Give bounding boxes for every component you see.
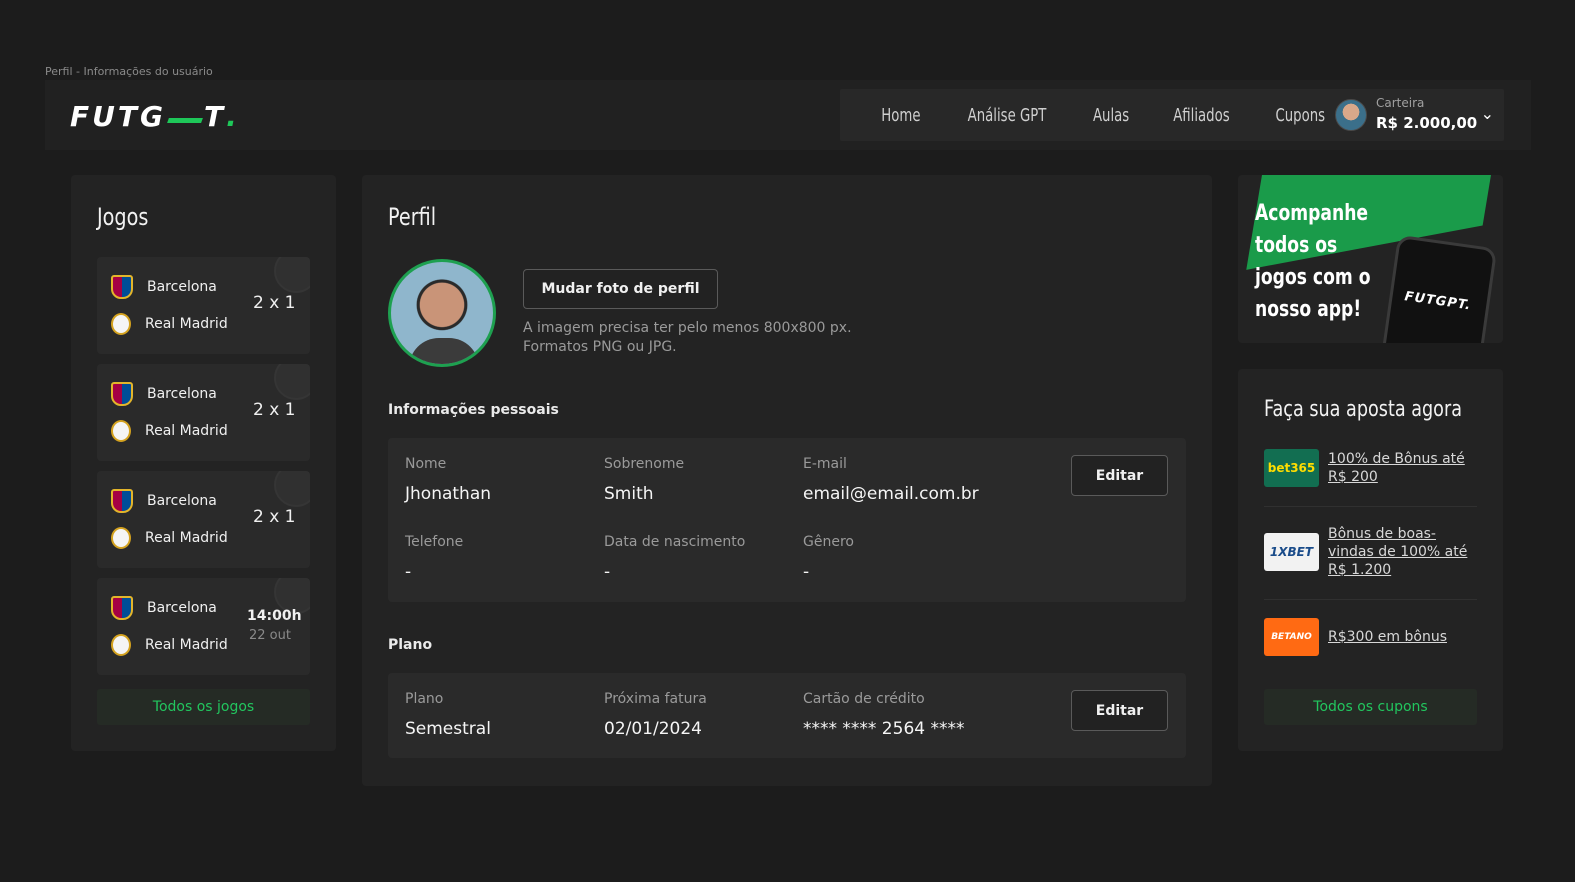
divider bbox=[1264, 506, 1477, 507]
divider bbox=[1264, 599, 1477, 600]
field-genero: Gênero - bbox=[803, 534, 854, 582]
real-madrid-crest-icon bbox=[111, 527, 131, 549]
bet-offer-link[interactable]: R$300 em bônus bbox=[1328, 628, 1447, 646]
futgpt-logo[interactable]: FUTG T. bbox=[70, 100, 240, 133]
game-date: 22 out bbox=[249, 628, 291, 643]
away-team: Real Madrid bbox=[111, 313, 228, 335]
betano-logo: BETANO bbox=[1264, 618, 1319, 656]
page-caption: Perfil - Informações do usuário bbox=[45, 65, 213, 78]
soccer-ball-icon bbox=[274, 471, 310, 507]
real-madrid-crest-icon bbox=[111, 634, 131, 656]
bet-offer[interactable]: BETANO R$300 em bônus bbox=[1264, 618, 1477, 656]
games-card: Jogos Barcelona Real Madrid 2 x 1 Barcel… bbox=[71, 175, 336, 751]
field-plano: Plano Semestral bbox=[405, 691, 491, 739]
user-avatar bbox=[1335, 99, 1367, 131]
profile-card: Perfil Mudar foto de perfil A imagem pre… bbox=[362, 175, 1212, 786]
home-team: Barcelona bbox=[111, 382, 217, 406]
profile-avatar bbox=[388, 259, 496, 367]
real-madrid-crest-icon bbox=[111, 313, 131, 335]
field-email: E-mail email@email.com.br bbox=[803, 456, 979, 504]
games-title: Jogos bbox=[97, 203, 149, 231]
nav-analise-gpt[interactable]: Análise GPT bbox=[954, 105, 1061, 126]
wallet-label: Carteira bbox=[1376, 96, 1425, 110]
main-nav: Home Análise GPT Aulas Afiliados Cupons bbox=[840, 89, 1368, 141]
game-card[interactable]: Barcelona Real Madrid 2 x 1 bbox=[97, 257, 310, 354]
barcelona-crest-icon bbox=[111, 596, 133, 620]
field-telefone: Telefone - bbox=[405, 534, 464, 582]
game-score: 2 x 1 bbox=[253, 400, 296, 420]
wallet-balance: R$ 2.000,00 bbox=[1376, 114, 1478, 132]
photo-hint: A imagem precisa ter pelo menos 800x800 … bbox=[523, 320, 852, 355]
1xbet-logo: 1XBET bbox=[1264, 533, 1319, 571]
game-card[interactable]: Barcelona Real Madrid 14:00h 22 out bbox=[97, 578, 310, 675]
game-card[interactable]: Barcelona Real Madrid 2 x 1 bbox=[97, 364, 310, 461]
home-team: Barcelona bbox=[111, 489, 217, 513]
all-coupons-button[interactable]: Todos os cupons bbox=[1264, 689, 1477, 725]
app-promo-banner[interactable]: Acompanhe todos os jogos com o nosso app… bbox=[1238, 175, 1503, 343]
top-bar: FUTG T. Home Análise GPT Aulas Afiliados … bbox=[45, 80, 1531, 150]
field-data-nascimento: Data de nascimento - bbox=[604, 534, 746, 582]
home-team: Barcelona bbox=[111, 596, 217, 620]
plan-panel: Plano Semestral Próxima fatura 02/01/2024 … bbox=[388, 673, 1186, 758]
bet-offer[interactable]: 1XBET Bônus de boas-vindas de 100% até R… bbox=[1264, 525, 1477, 579]
wallet-dropdown[interactable]: Carteira R$ 2.000,00 ⌄ bbox=[1326, 89, 1504, 141]
soccer-ball-icon bbox=[274, 364, 310, 400]
bets-title: Faça sua aposta agora bbox=[1264, 397, 1462, 422]
nav-aulas[interactable]: Aulas bbox=[1079, 105, 1143, 126]
nav-home[interactable]: Home bbox=[867, 105, 934, 126]
bet365-logo: bet365 bbox=[1264, 449, 1319, 487]
profile-title: Perfil bbox=[388, 203, 437, 231]
field-proxima-fatura: Próxima fatura 02/01/2024 bbox=[604, 691, 707, 739]
bet-offer[interactable]: bet365 100% de Bônus até R$ 200 bbox=[1264, 449, 1477, 487]
game-score: 2 x 1 bbox=[253, 293, 296, 313]
away-team: Real Madrid bbox=[111, 634, 228, 656]
chevron-down-icon[interactable]: ⌄ bbox=[1481, 104, 1494, 123]
plan-title: Plano bbox=[388, 637, 433, 653]
field-cartao: Cartão de crédito **** **** 2564 **** bbox=[803, 691, 965, 739]
personal-info-title: Informações pessoais bbox=[388, 402, 559, 418]
phone-mockup: FUTGPT. bbox=[1378, 234, 1498, 343]
barcelona-crest-icon bbox=[111, 382, 133, 406]
personal-info-panel: Nome Jhonathan Sobrenome Smith E-mail email… bbox=[388, 438, 1186, 602]
barcelona-crest-icon bbox=[111, 275, 133, 299]
nav-afiliados[interactable]: Afiliados bbox=[1159, 105, 1243, 126]
bet-offer-link[interactable]: Bônus de boas-vindas de 100% até R$ 1.20… bbox=[1328, 525, 1477, 579]
real-madrid-crest-icon bbox=[111, 420, 131, 442]
game-score: 2 x 1 bbox=[253, 507, 296, 527]
edit-plan-button[interactable]: Editar bbox=[1071, 690, 1168, 731]
all-games-button[interactable]: Todos os jogos bbox=[97, 689, 310, 725]
field-nome: Nome Jhonathan bbox=[405, 456, 492, 504]
soccer-ball-icon bbox=[274, 257, 310, 293]
promo-text: Acompanhe todos os jogos com o nosso app… bbox=[1255, 201, 1371, 322]
change-photo-button[interactable]: Mudar foto de perfil bbox=[523, 269, 718, 309]
away-team: Real Madrid bbox=[111, 527, 228, 549]
bets-card: Faça sua aposta agora bet365 100% de Bôn… bbox=[1238, 369, 1503, 751]
barcelona-crest-icon bbox=[111, 489, 133, 513]
home-team: Barcelona bbox=[111, 275, 217, 299]
away-team: Real Madrid bbox=[111, 420, 228, 442]
game-time: 14:00h bbox=[247, 608, 302, 624]
edit-personal-button[interactable]: Editar bbox=[1071, 455, 1168, 496]
game-card[interactable]: Barcelona Real Madrid 2 x 1 bbox=[97, 471, 310, 568]
field-sobrenome: Sobrenome Smith bbox=[604, 456, 685, 504]
bet-offer-link[interactable]: 100% de Bônus até R$ 200 bbox=[1328, 450, 1477, 486]
